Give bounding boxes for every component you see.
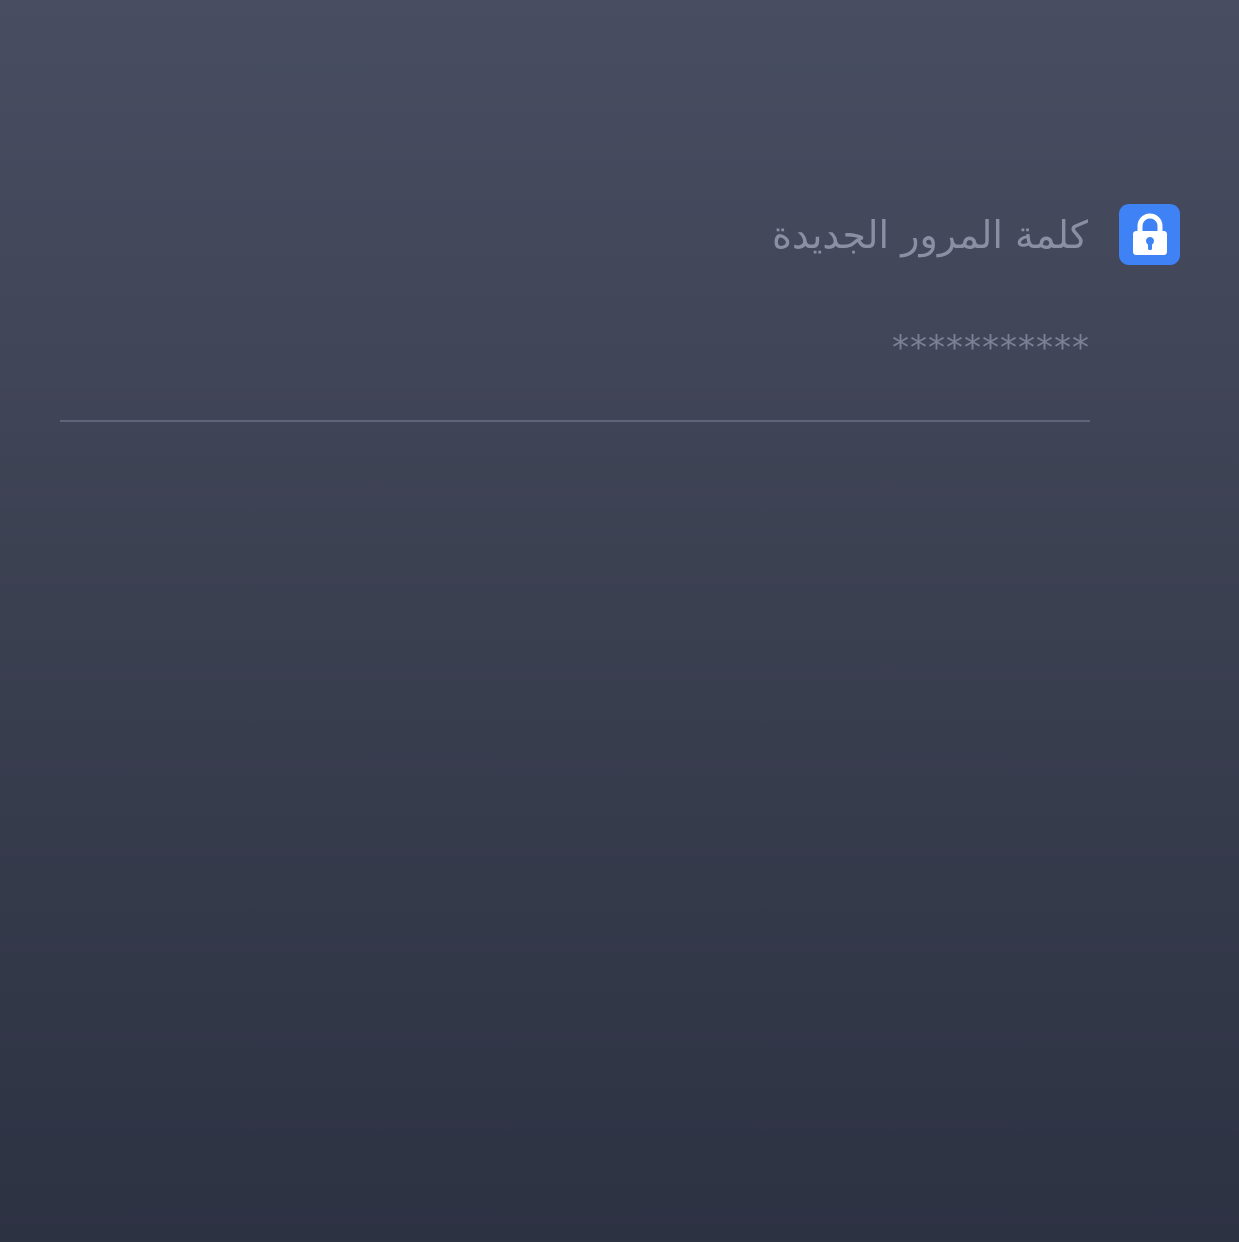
input-underline (60, 420, 1090, 422)
new-password-input[interactable] (60, 316, 1090, 380)
new-password-label: كلمة المرور الجديدة (772, 213, 1088, 257)
lock-icon (1119, 204, 1180, 265)
new-password-field: كلمة المرور الجديدة (60, 204, 1180, 424)
